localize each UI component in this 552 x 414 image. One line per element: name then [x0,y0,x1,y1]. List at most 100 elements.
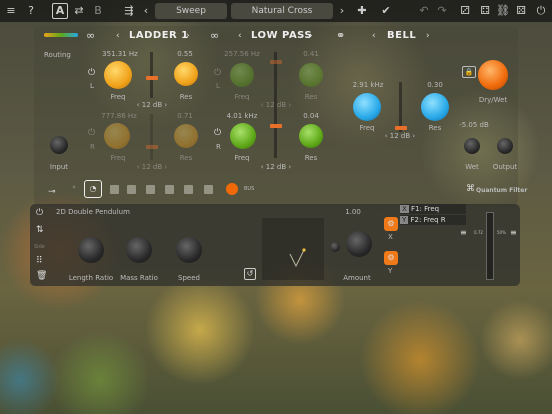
mass-ratio-knob[interactable] [126,237,152,263]
next-filter2-type[interactable]: › [309,31,313,41]
mod-grid-icon[interactable]: ⠿ [36,256,43,266]
mod-menu-icon-right[interactable]: ≡ [510,228,517,237]
help-icon[interactable]: ? [24,3,38,19]
link-filter3-icon[interactable]: ⚭ [336,29,345,42]
link-filter1-icon[interactable]: ∞ [86,29,95,42]
amount-knob[interactable] [346,231,372,257]
f2-slope-thumb-bot[interactable] [270,124,282,128]
f1-freq-top-value: 351.31 Hz [102,50,138,58]
filter3-type[interactable]: BELL [387,30,416,41]
input-knob[interactable] [50,136,68,154]
f3-gain-thumb[interactable] [395,126,407,130]
f2-freq-L-knob[interactable] [230,63,254,87]
mod-slot-add-2[interactable] [127,185,136,194]
depth-slider[interactable] [486,212,494,280]
length-ratio-knob[interactable] [78,237,104,263]
prev-filter3-type[interactable]: ‹ [372,31,376,41]
mod-route-icon[interactable]: ⊸ [48,187,56,197]
y-label: Y [388,267,393,275]
preset-name[interactable]: Natural Cross [231,3,333,19]
prev-filter2-type[interactable]: ‹ [238,31,242,41]
speed-knob[interactable] [176,237,202,263]
output-knob[interactable] [497,138,513,154]
target-f2-row[interactable]: Y F2: Freq R [400,215,466,225]
dice-icon[interactable]: ⚂ [458,3,472,19]
y-target-icon[interactable]: ⚙ [384,251,398,265]
lock-icon[interactable]: 🔒 [462,66,476,78]
gain-value: -5.05 dB [459,121,489,129]
link-filter2-icon[interactable]: ∞ [210,29,219,42]
f1-slope-thumb-bot[interactable] [146,145,158,149]
preset-b-button[interactable]: B [92,3,104,19]
bus-orb[interactable] [226,183,238,195]
amount-small-knob[interactable] [330,242,340,252]
preset-a-button[interactable]: A [52,3,68,19]
f2-slope-thumb-top[interactable] [270,60,282,64]
target-f1-label: F1: Freq [411,205,440,213]
prev-preset-icon[interactable]: ‹ [142,3,150,19]
mod-slot-add-5[interactable] [184,185,193,194]
next-filter3-type[interactable]: › [426,31,430,41]
routing-icon[interactable] [44,33,78,37]
f2-res-R-knob[interactable] [299,124,323,148]
f3-res-knob[interactable] [421,93,449,121]
dice2-icon[interactable]: ⚃ [478,3,492,19]
mod-power-icon[interactable]: ⏻ [36,208,43,218]
mod-slot-add-4[interactable] [165,185,174,194]
mod-title: 2D Double Pendulum [56,208,130,216]
menu-icon[interactable]: ≡ [4,3,18,19]
f2-freq-R-knob[interactable] [230,123,256,149]
mod-slot-add-3[interactable] [146,185,155,194]
mod-delete-icon[interactable]: 🗑 [36,271,47,281]
filter2-type[interactable]: LOW PASS [251,30,312,41]
f2-L-label: L [216,82,220,90]
wet-knob[interactable] [464,138,480,154]
next-preset-icon[interactable]: › [338,3,346,19]
mod-menu-icon-left[interactable]: ≡ [460,228,467,237]
mod-slot-1[interactable]: ◦ [66,180,82,196]
filter1-type[interactable]: LADDER 1 [129,30,189,41]
filter1-R-power-icon[interactable]: ⏻ [88,128,95,138]
filter2-R-power-icon[interactable]: ⏻ [214,128,221,138]
prev-filter1-type[interactable]: ‹ [116,31,120,41]
filter2-L-power-icon[interactable]: ⏻ [214,68,221,78]
mod-sort-icon[interactable]: ⇅ [36,225,44,235]
mod-slot-add-6[interactable] [204,185,213,194]
f1-db-top[interactable]: ‹ 12 dB › [128,101,176,109]
f1-slope-slider-bot[interactable] [150,114,153,160]
f1-freq-R-knob[interactable] [104,123,130,149]
f1-slope-slider-top[interactable] [150,52,153,98]
undo-icon[interactable]: ↶ [418,3,430,19]
link-icon[interactable]: ⛓ [496,3,510,19]
f2-res-L-knob[interactable] [299,63,323,87]
f1-db-bot[interactable]: ‹ 12 dB › [128,163,176,171]
f1-res-L-label: Res [179,93,193,101]
power-icon[interactable]: ⏻ [534,3,548,19]
f2-res-R-label: Res [304,154,318,162]
f3-freq-knob[interactable] [353,93,381,121]
pendulum-svg [289,248,306,268]
f3-gain-slider[interactable] [399,82,402,132]
next-filter1-type[interactable]: › [186,31,190,41]
f3-db[interactable]: ‹ 12 dB › [376,132,424,140]
randomize-icon[interactable]: ⇶ [120,3,138,19]
drywet-knob[interactable] [478,60,508,90]
copy-ab-icon[interactable]: ⇄ [72,3,86,19]
grid-icon[interactable]: ⚄ [514,3,528,19]
add-preset-icon[interactable]: ✚ [354,3,370,19]
f1-res-L-knob[interactable] [174,62,198,86]
filter1-L-power-icon[interactable]: ⏻ [88,68,95,78]
redo-icon[interactable]: ↷ [436,3,448,19]
preset-sweep[interactable]: Sweep [155,3,227,19]
f2-db-top[interactable]: ‹ 12 dB › [252,101,300,109]
x-target-icon[interactable]: ⚙ [384,217,398,231]
mod-slot-2[interactable]: ◔ [84,180,102,198]
f1-res-R-knob[interactable] [174,124,198,148]
save-preset-icon[interactable]: ✔ [378,3,394,19]
f2-db-bot[interactable]: ‹ 12 dB › [252,163,300,171]
mod-slot-add-1[interactable] [110,185,119,194]
f1-freq-L-knob[interactable] [104,61,132,89]
target-f1-row[interactable]: X F1: Freq [400,204,466,214]
reset-icon[interactable]: ↺ [244,268,256,280]
f1-slope-thumb-top[interactable] [146,76,158,80]
